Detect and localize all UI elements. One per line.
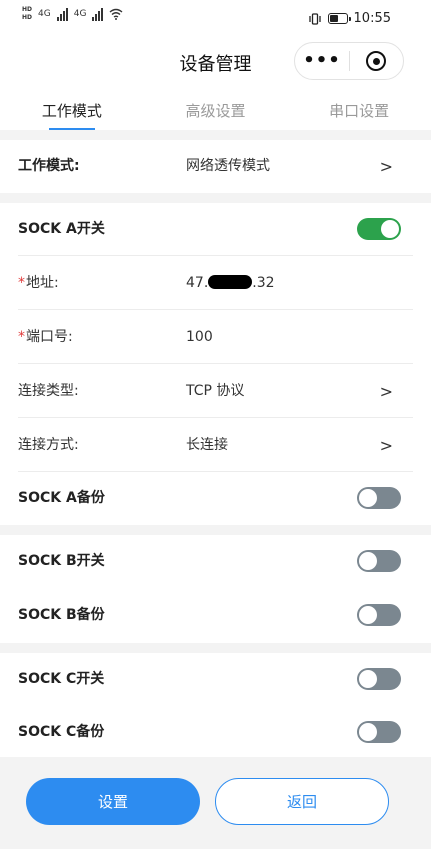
sock-b-switch-label: SOCK B开关 [18, 553, 105, 569]
signal-icon [56, 7, 68, 21]
row-divider [18, 417, 413, 418]
tab-advanced-settings[interactable]: 高级设置 [144, 92, 288, 130]
sock-a-switch-label: SOCK A开关 [18, 221, 105, 237]
work-mode-row[interactable]: 工作模式: 网络透传模式 > [0, 140, 431, 193]
sock-a-switch-row: SOCK A开关 [0, 203, 431, 256]
connection-type-label: 连接类型: [18, 383, 79, 399]
status-bar-right: 10:55 [308, 11, 391, 26]
port-input[interactable]: 100 [186, 311, 213, 364]
address-row: *地址: 47. .32 [0, 257, 431, 310]
sock-c-backup-toggle[interactable] [357, 721, 401, 743]
close-mini-program-button[interactable] [350, 51, 403, 71]
sock-a-backup-toggle[interactable] [357, 487, 401, 509]
tab-bar: 工作模式 高级设置 串口设置 [0, 92, 431, 130]
chevron-right-icon: > [379, 157, 393, 176]
row-divider [18, 309, 413, 310]
sock-c-switch-row: SOCK C开关 [0, 653, 431, 706]
status-bar: HD HD 4G 4G 10:55 [0, 0, 431, 40]
clock: 10:55 [353, 11, 391, 26]
sock-c-backup-row: SOCK C备份 [0, 706, 431, 759]
row-divider [18, 255, 413, 256]
sock-a-switch-toggle[interactable] [357, 218, 401, 240]
network-gen-label-2: 4G [73, 9, 87, 19]
status-bar-left: HD HD 4G 4G [22, 6, 123, 22]
sock-c-switch-toggle[interactable] [357, 668, 401, 690]
work-mode-value: 网络透传模式 [186, 158, 270, 174]
footer-actions: 设置 返回 [0, 757, 431, 849]
signal-icon-2 [92, 7, 104, 21]
sock-a-backup-row: SOCK A备份 [0, 472, 431, 525]
vibrate-icon [308, 12, 321, 25]
sock-c-switch-label: SOCK C开关 [18, 671, 105, 687]
target-circle-icon [366, 51, 387, 71]
tab-serial-settings[interactable]: 串口设置 [287, 92, 431, 130]
sock-a-backup-label: SOCK A备份 [18, 490, 105, 506]
row-divider [18, 363, 413, 364]
hd-indicator: HD HD [22, 6, 33, 21]
connection-mode-value: 长连接 [186, 437, 228, 453]
redaction-mask [208, 275, 253, 289]
section-gap [0, 643, 431, 653]
battery-icon [327, 13, 351, 24]
connection-type-row[interactable]: 连接类型: TCP 协议 > [0, 365, 431, 418]
sock-b-switch-row: SOCK B开关 [0, 535, 431, 588]
sock-c-backup-label: SOCK C备份 [18, 724, 105, 740]
required-mark: * [18, 275, 25, 291]
address-input[interactable]: 47. .32 [186, 257, 275, 310]
port-row: *端口号: 100 [0, 311, 431, 364]
submit-settings-button[interactable]: 设置 [26, 778, 200, 825]
sock-b-switch-toggle[interactable] [357, 550, 401, 572]
required-mark: * [18, 329, 25, 345]
section-gap [0, 193, 431, 203]
chevron-right-icon: > [379, 436, 393, 455]
wifi-icon [109, 8, 123, 20]
section-gap [0, 525, 431, 535]
mini-program-capsule: ••• [294, 42, 404, 80]
section-gap [0, 130, 431, 140]
tab-work-mode[interactable]: 工作模式 [0, 92, 144, 130]
chevron-right-icon: > [379, 382, 393, 401]
sock-b-backup-row: SOCK B备份 [0, 589, 431, 642]
network-gen-label-1: 4G [38, 9, 51, 19]
sock-b-backup-toggle[interactable] [357, 604, 401, 626]
connection-type-value: TCP 协议 [186, 383, 245, 399]
nav-bar: 设备管理 ••• [0, 40, 431, 84]
connection-mode-row[interactable]: 连接方式: 长连接 > [0, 419, 431, 472]
address-label: *地址: [18, 275, 59, 291]
work-mode-label: 工作模式: [18, 158, 80, 174]
back-button[interactable]: 返回 [215, 778, 389, 825]
connection-mode-label: 连接方式: [18, 437, 79, 453]
more-dots-icon[interactable]: ••• [295, 42, 349, 80]
sock-b-backup-label: SOCK B备份 [18, 607, 105, 623]
port-label: *端口号: [18, 329, 73, 345]
